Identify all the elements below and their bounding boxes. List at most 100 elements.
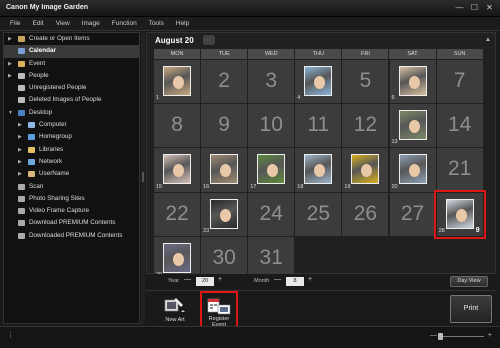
day-thumbnail[interactable]: [445, 198, 474, 229]
maximize-icon[interactable]: ☐: [470, 4, 479, 12]
day-thumbnail[interactable]: [398, 66, 427, 96]
day-thumbnail[interactable]: [163, 242, 191, 273]
sidebar-item-downloaded-premium-contents[interactable]: Downloaded PREMIUM Contents: [4, 230, 139, 242]
calendar-day-8[interactable]: 8: [154, 104, 201, 148]
day-number: 16: [203, 183, 210, 190]
year-minus-button[interactable]: —: [184, 276, 191, 283]
day-thumbnail[interactable]: [351, 154, 380, 185]
print-button[interactable]: Print: [450, 295, 492, 323]
zoom-out-icon[interactable]: —: [430, 332, 437, 339]
calendar-day-16[interactable]: 16: [201, 148, 248, 192]
calendar-day-12[interactable]: 12: [342, 104, 389, 148]
splitter-grip[interactable]: [142, 172, 144, 182]
expand-arrow-icon[interactable]: ▶: [18, 168, 22, 180]
month-field[interactable]: 8: [286, 277, 304, 286]
day-thumbnail[interactable]: [398, 110, 427, 141]
calendar-day-26[interactable]: 26: [342, 192, 389, 236]
zoom-in-icon[interactable]: +: [488, 332, 492, 339]
calendar-day-9[interactable]: 9: [201, 104, 248, 148]
calendar-day-3[interactable]: 3: [248, 60, 295, 104]
day-thumbnail[interactable]: [163, 66, 191, 96]
calendar-day-10[interactable]: 10: [248, 104, 295, 148]
calendar-day-24[interactable]: 24: [248, 192, 295, 236]
zoom-knob[interactable]: [438, 333, 443, 340]
minimize-icon[interactable]: —: [455, 4, 464, 12]
calendar-day-11[interactable]: 11: [295, 104, 342, 148]
calendar-day-18[interactable]: 18: [295, 148, 342, 192]
calendar-day-14[interactable]: 14: [436, 104, 483, 148]
more-options-icon[interactable]: ⋮: [7, 331, 14, 339]
sidebar-item-event[interactable]: ▶ Event: [4, 58, 139, 70]
person-figure: [173, 252, 184, 266]
sidebar-item-desktop[interactable]: ▼ Desktop: [4, 107, 139, 119]
calendar-day-2[interactable]: 2: [201, 60, 248, 104]
day-thumbnail[interactable]: [210, 198, 239, 229]
calendar-day-4[interactable]: 4: [295, 60, 342, 104]
sidebar-item-video-frame-capture[interactable]: Video Frame Capture: [4, 205, 139, 217]
year-field[interactable]: 20: [196, 277, 214, 286]
day-thumbnail[interactable]: [304, 66, 333, 96]
sidebar-item-calendar[interactable]: Calendar: [4, 45, 139, 58]
menu-function[interactable]: Function: [106, 17, 143, 30]
calendar-day-19[interactable]: 19: [342, 148, 389, 192]
sidebar-item-people[interactable]: ▶ People: [4, 70, 139, 82]
menu-view[interactable]: View: [50, 17, 76, 30]
new-art-button[interactable]: New Art: [160, 295, 190, 325]
calendar-day-13[interactable]: 13: [389, 104, 436, 148]
collapse-arrow-icon[interactable]: ▼: [8, 107, 13, 119]
month-minus-button[interactable]: —: [274, 276, 281, 283]
calendar-day-1[interactable]: 1: [154, 60, 201, 104]
sidebar-item-homegroup[interactable]: ▶ Homegroup: [4, 131, 139, 143]
calendar-day-7[interactable]: 7: [436, 60, 483, 104]
sidebar-item-computer[interactable]: ▶ Computer: [4, 119, 139, 131]
expand-arrow-icon[interactable]: ▶: [8, 33, 12, 45]
sidebar-item-icon: [18, 220, 25, 227]
month-plus-button[interactable]: +: [308, 276, 312, 283]
calendar-day-21[interactable]: 21: [436, 148, 483, 192]
menu-image[interactable]: Image: [76, 17, 106, 30]
expand-arrow-icon[interactable]: ▶: [8, 70, 12, 82]
calendar-day-15[interactable]: 15: [154, 148, 201, 192]
calendar-day-23[interactable]: 23: [201, 192, 248, 236]
zoom-track[interactable]: [438, 336, 484, 337]
sidebar-item-unregistered-people[interactable]: Unregistered People: [4, 82, 139, 94]
sidebar-item-network[interactable]: ▶ Network: [4, 156, 139, 168]
calendar-day-20[interactable]: 20: [389, 148, 436, 192]
menu-edit[interactable]: Edit: [26, 17, 49, 30]
sidebar-item-create-or-open-items[interactable]: ▶ Create or Open Items: [4, 33, 139, 45]
expand-arrow-icon[interactable]: ▶: [18, 131, 22, 143]
calendar-day-28[interactable]: 28 9: [433, 189, 486, 239]
day-thumbnail[interactable]: [398, 154, 427, 185]
day-view-button[interactable]: Day View: [450, 276, 488, 287]
sidebar-item-libraries[interactable]: ▶ Libraries: [4, 144, 139, 156]
year-plus-button[interactable]: +: [218, 276, 222, 283]
calendar-day-25[interactable]: 25: [295, 192, 342, 236]
sidebar-item-deleted-images-of-people[interactable]: Deleted Images of People: [4, 94, 139, 106]
calendar-day-5[interactable]: 5: [342, 60, 389, 104]
calendar-panel: August 20 ▲ MON TUE WED THU FRI SAT SUN 123456…: [146, 32, 496, 280]
sidebar-item-username[interactable]: ▶ UserName: [4, 168, 139, 180]
day-thumbnail[interactable]: [304, 154, 333, 185]
day-number: 3: [265, 69, 278, 92]
close-icon[interactable]: ✕: [485, 4, 494, 12]
sidebar-item-scan[interactable]: Scan: [4, 181, 139, 193]
menu-tools[interactable]: Tools: [143, 17, 170, 30]
menu-help[interactable]: Help: [170, 17, 195, 30]
expand-arrow-icon[interactable]: ▶: [18, 119, 22, 131]
calendar-day-17[interactable]: 17: [248, 148, 295, 192]
day-thumbnail[interactable]: [210, 154, 239, 185]
day-thumbnail[interactable]: [163, 154, 191, 185]
splitter[interactable]: [141, 32, 145, 324]
calendar-day-27[interactable]: 27: [389, 192, 436, 236]
sidebar-item-download-premium-contents[interactable]: Download PREMIUM Contents: [4, 217, 139, 229]
scroll-up-icon[interactable]: ▲: [484, 37, 492, 45]
expand-arrow-icon[interactable]: ▶: [8, 58, 12, 70]
menu-file[interactable]: File: [4, 17, 26, 30]
calendar-day-6[interactable]: 6: [389, 60, 436, 104]
sidebar-item-photo-sharing-sites[interactable]: Photo Sharing Sites: [4, 193, 139, 205]
zoom-slider[interactable]: — +: [430, 332, 492, 341]
day-thumbnail[interactable]: [257, 154, 286, 185]
expand-arrow-icon[interactable]: ▶: [18, 144, 22, 156]
calendar-day-22[interactable]: 22: [154, 192, 201, 236]
expand-arrow-icon[interactable]: ▶: [18, 156, 22, 168]
